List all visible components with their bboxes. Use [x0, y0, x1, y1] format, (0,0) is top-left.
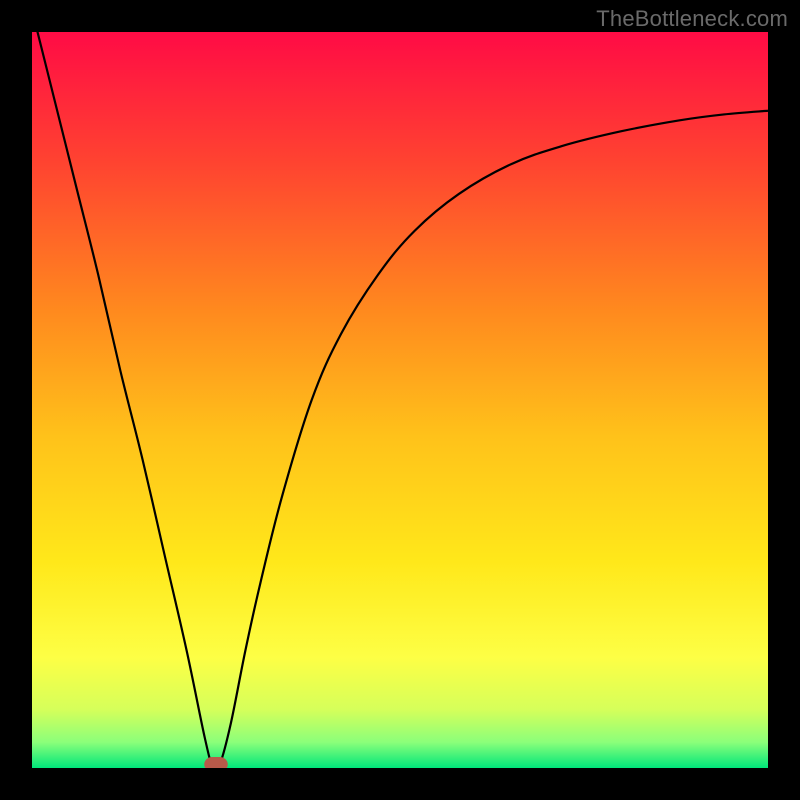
chart-svg — [32, 32, 768, 768]
minimum-marker — [204, 757, 228, 768]
annotations-layer — [204, 757, 228, 768]
chart-container: TheBottleneck.com — [0, 0, 800, 800]
plot-area — [32, 32, 768, 768]
gradient-background — [32, 32, 768, 768]
watermark-text: TheBottleneck.com — [596, 6, 788, 32]
